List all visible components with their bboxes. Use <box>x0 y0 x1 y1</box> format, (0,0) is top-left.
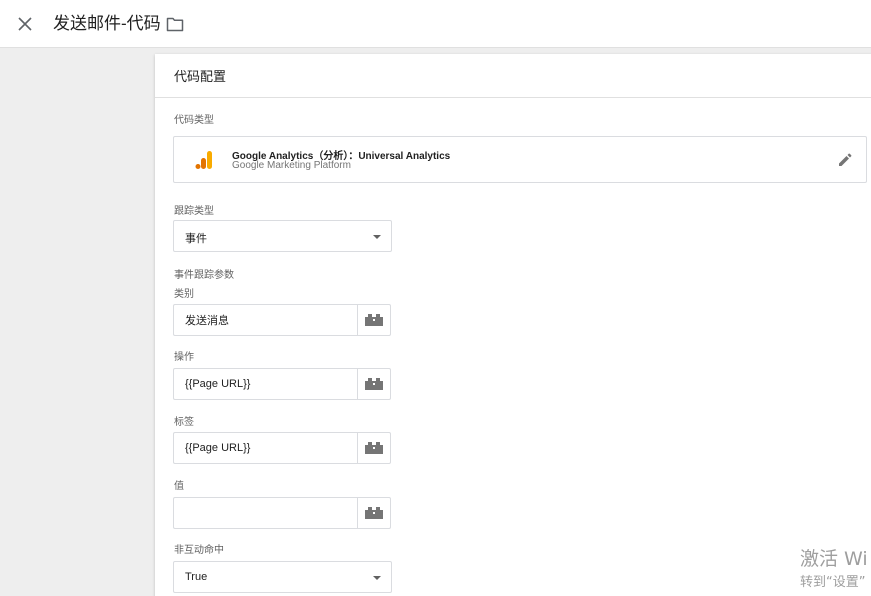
action-label: 操作 <box>174 352 194 363</box>
variable-brick-icon <box>365 442 383 454</box>
page-title: 发送邮件-代码 <box>53 14 161 33</box>
variable-brick-icon <box>365 314 383 326</box>
event-label-variable-button[interactable] <box>357 432 391 464</box>
event-value-field <box>173 497 391 529</box>
variable-brick-icon <box>365 378 383 390</box>
section-title: 代码配置 <box>155 54 871 98</box>
event-params-label: 事件跟踪参数 <box>174 270 234 281</box>
tag-config-card: 代码配置 代码类型 Google Analytics（分析）：Universal… <box>155 54 871 596</box>
event-label-field <box>173 432 391 464</box>
track-type-select[interactable]: 事件 <box>173 220 392 252</box>
variable-brick-icon <box>365 507 383 519</box>
folder-button[interactable] <box>165 14 185 34</box>
category-variable-button[interactable] <box>357 304 391 336</box>
non-interaction-select[interactable]: True <box>173 561 392 593</box>
event-value-input[interactable] <box>173 497 358 529</box>
close-button[interactable] <box>14 13 36 35</box>
edit-tag-type-button[interactable] <box>836 151 854 169</box>
pencil-icon <box>839 153 852 166</box>
activation-watermark-subtitle: 转到“设置” <box>800 575 866 590</box>
folder-icon <box>166 17 184 31</box>
action-field <box>173 368 391 400</box>
category-field <box>173 304 391 336</box>
tag-type-platform: Google Marketing Platform <box>232 160 351 171</box>
top-bar: 发送邮件-代码 <box>0 0 871 48</box>
event-value-variable-button[interactable] <box>357 497 391 529</box>
close-icon <box>18 17 32 31</box>
category-label: 类别 <box>174 289 194 300</box>
google-analytics-icon <box>195 151 212 169</box>
track-type-value: 事件 <box>185 233 207 245</box>
non-interaction-value: True <box>185 571 208 583</box>
chevron-down-icon <box>373 576 381 580</box>
activation-watermark-title: 激活 Wi <box>800 548 868 570</box>
action-input[interactable] <box>173 368 358 400</box>
tag-type-label: 代码类型 <box>174 115 214 126</box>
event-label-label: 标签 <box>174 417 194 428</box>
category-input[interactable] <box>173 304 358 336</box>
non-interaction-label: 非互动命中 <box>174 545 224 556</box>
event-value-label: 值 <box>174 481 184 492</box>
chevron-down-icon <box>373 235 381 239</box>
action-variable-button[interactable] <box>357 368 391 400</box>
event-label-input[interactable] <box>173 432 358 464</box>
tag-type-selector[interactable]: Google Analytics（分析）：Universal Analytics… <box>173 136 867 183</box>
track-type-label: 跟踪类型 <box>174 206 214 217</box>
